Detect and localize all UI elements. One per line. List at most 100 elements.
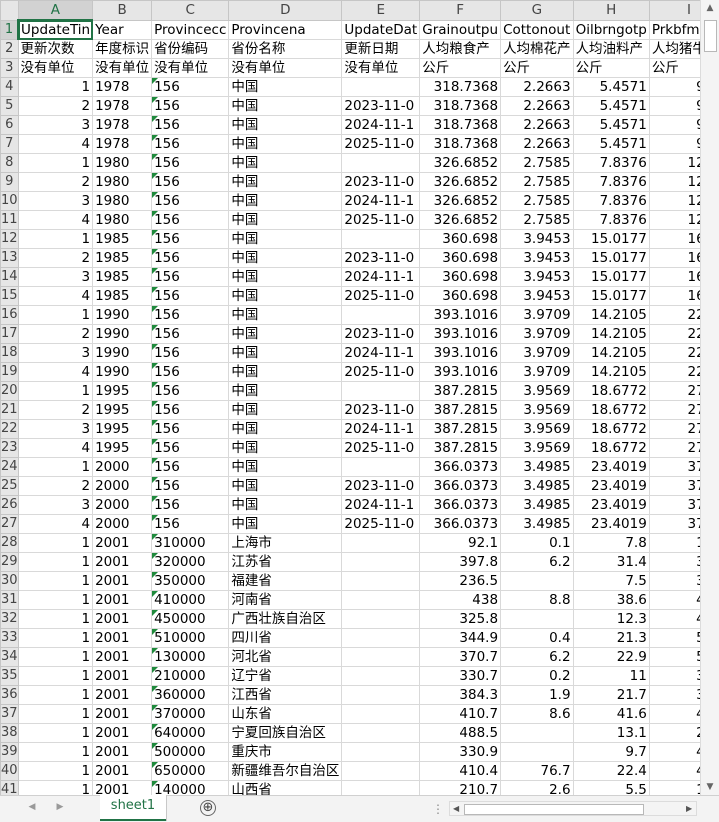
cell[interactable]: 156 (151, 457, 230, 477)
cell[interactable]: 省份名称 (228, 39, 343, 59)
row-header[interactable]: 33 (0, 628, 19, 648)
row-header[interactable]: 10 (0, 191, 19, 211)
cell[interactable]: 140000 (151, 780, 230, 795)
cell[interactable]: 中国 (228, 400, 343, 420)
cell[interactable]: 18.6772 (572, 419, 650, 439)
cell[interactable]: 350000 (151, 571, 230, 591)
cell[interactable]: 438 (419, 590, 502, 610)
cell[interactable]: 326.6852 (419, 191, 502, 211)
cell[interactable]: 4 (17, 438, 94, 458)
cell[interactable]: 1978 (92, 134, 153, 154)
row-header[interactable]: 16 (0, 305, 19, 325)
cell[interactable]: 7.8376 (572, 210, 650, 230)
cell[interactable]: 156 (151, 153, 230, 173)
cell[interactable]: 中国 (228, 495, 343, 515)
cell[interactable] (341, 381, 421, 401)
cell[interactable]: 9.05 (648, 115, 700, 135)
scroll-right-icon[interactable]: ▶ (686, 802, 692, 815)
vertical-scrollbar[interactable]: ▲ ▼ (700, 0, 719, 795)
cell[interactable]: 32.2 (648, 552, 700, 572)
cell[interactable]: 2001 (92, 685, 153, 705)
row-header[interactable]: 27 (0, 514, 19, 534)
cell[interactable]: 156 (151, 419, 230, 439)
cell[interactable]: 1 (17, 571, 94, 591)
cell[interactable]: 人均粮食产 (419, 39, 502, 59)
cell[interactable]: 9.05 (648, 77, 700, 97)
cell[interactable]: 3.4985 (500, 495, 574, 515)
cell[interactable]: 366.0373 (419, 495, 502, 515)
cell[interactable]: 156 (151, 267, 230, 287)
cell[interactable]: 2024-11-1 (341, 419, 421, 439)
cell[interactable]: 2001 (92, 571, 153, 591)
cell[interactable]: 236.5 (419, 571, 502, 591)
cell[interactable]: 370.7 (419, 647, 502, 667)
cell[interactable]: 156 (151, 324, 230, 344)
cell[interactable]: 393.1016 (419, 324, 502, 344)
cell[interactable]: 2001 (92, 761, 153, 781)
cell[interactable]: 1 (17, 381, 94, 401)
cell[interactable]: 1980 (92, 153, 153, 173)
cell[interactable]: 3 (17, 115, 94, 135)
cell[interactable]: 24.6 (648, 723, 700, 743)
cell[interactable] (341, 780, 421, 795)
cell[interactable]: Cottonout (500, 19, 574, 40)
cell[interactable]: 3.9709 (500, 362, 574, 382)
cell[interactable] (341, 647, 421, 667)
cell[interactable]: 1978 (92, 96, 153, 116)
cell[interactable]: 360.698 (419, 267, 502, 287)
cell[interactable]: 393.1016 (419, 343, 502, 363)
cell[interactable]: 河南省 (228, 590, 343, 610)
cell[interactable]: 2001 (92, 552, 153, 572)
cell[interactable]: 2023-11-0 (341, 96, 421, 116)
cell[interactable]: 16.75 (648, 248, 700, 268)
cell[interactable]: 中国 (228, 134, 343, 154)
column-header-E[interactable]: E (341, 0, 421, 21)
row-header[interactable]: 19 (0, 362, 19, 382)
cell[interactable]: 488.5 (419, 723, 502, 743)
cell[interactable]: 7.8376 (572, 172, 650, 192)
row-header[interactable]: 25 (0, 476, 19, 496)
cell[interactable]: 重庆市 (228, 742, 343, 762)
cell[interactable] (341, 229, 421, 249)
cell[interactable]: Year (92, 19, 153, 40)
cell[interactable]: Prkbfmttnc (648, 19, 700, 40)
row-header[interactable]: 26 (0, 495, 19, 515)
cell[interactable]: 17.6 (648, 780, 700, 795)
cell[interactable]: 0.1 (500, 533, 574, 553)
cell[interactable]: 52.7 (648, 647, 700, 667)
cell[interactable]: 384.3 (419, 685, 502, 705)
cell[interactable]: 2023-11-0 (341, 400, 421, 420)
cell[interactable]: 4 (17, 210, 94, 230)
cell[interactable]: 210.7 (419, 780, 502, 795)
cell[interactable]: 11 (572, 666, 650, 686)
cell[interactable]: 江西省 (228, 685, 343, 705)
cell[interactable]: 49.7 (648, 590, 700, 610)
cell[interactable]: 3.9569 (500, 400, 574, 420)
cell[interactable]: 2001 (92, 647, 153, 667)
scroll-down-icon[interactable]: ▼ (704, 781, 716, 793)
cell[interactable]: 中国 (228, 457, 343, 477)
cell[interactable]: 38.6 (572, 590, 650, 610)
cell[interactable]: 23.4019 (572, 457, 650, 477)
cell[interactable]: 16.6 (648, 533, 700, 553)
cell[interactable]: 中国 (228, 210, 343, 230)
cell[interactable]: 27.42 (648, 400, 700, 420)
cell[interactable]: 中国 (228, 153, 343, 173)
cell[interactable]: 新疆维吾尔自治区 (228, 761, 343, 781)
cell[interactable]: 3.9709 (500, 343, 574, 363)
cell[interactable]: 3.4985 (500, 476, 574, 496)
cell[interactable]: 4 (17, 286, 94, 306)
cell[interactable]: Provincena (228, 19, 343, 40)
cell[interactable]: 21.7 (572, 685, 650, 705)
horizontal-scrollbar[interactable]: ◀ ▶ (449, 801, 697, 816)
cell[interactable]: Provincecc (151, 19, 230, 40)
cell[interactable]: 3.4985 (500, 457, 574, 477)
cell[interactable]: 1 (17, 685, 94, 705)
cell[interactable]: 410000 (151, 590, 230, 610)
cell[interactable]: 4 (17, 362, 94, 382)
cell[interactable]: 2000 (92, 457, 153, 477)
cell[interactable]: 156 (151, 172, 230, 192)
cell[interactable]: 山西省 (228, 780, 343, 795)
cell[interactable]: 156 (151, 115, 230, 135)
cell[interactable]: 366.0373 (419, 514, 502, 534)
